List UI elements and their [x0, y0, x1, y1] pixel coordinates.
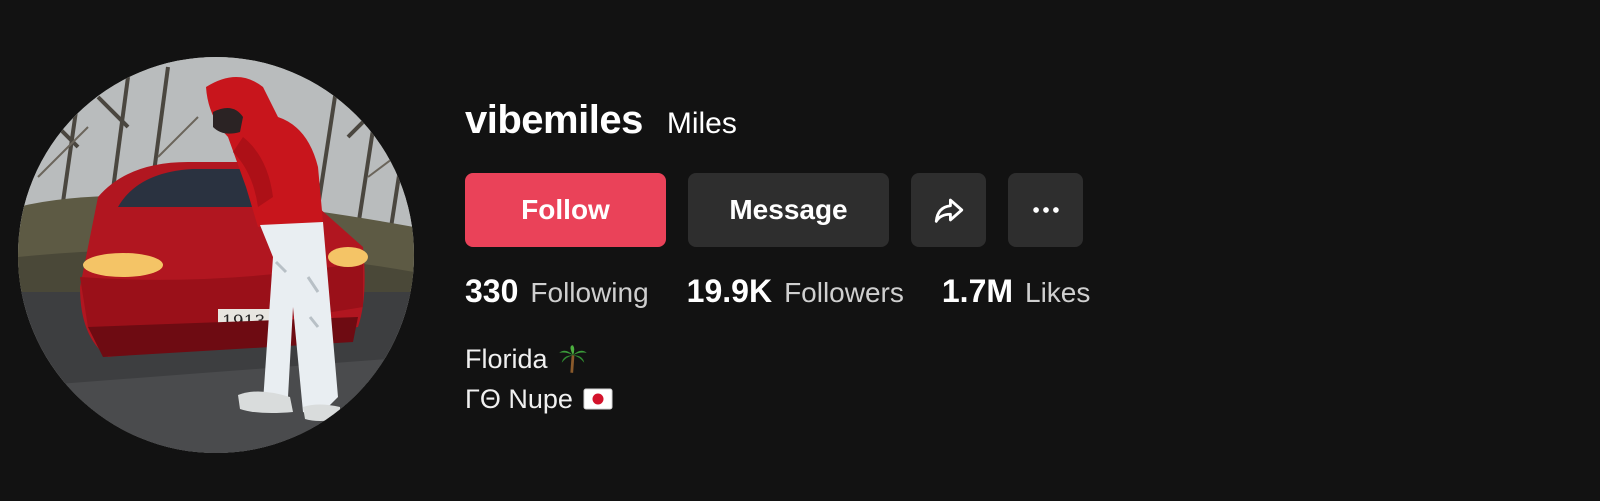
- japan-flag-icon: [583, 388, 613, 410]
- follow-button[interactable]: Follow: [465, 173, 666, 247]
- more-button[interactable]: [1008, 173, 1083, 247]
- share-arrow-icon: [934, 198, 963, 223]
- name-row: vibemiles Miles: [465, 98, 737, 150]
- action-buttons: Follow Message: [465, 173, 1083, 247]
- stat-followers[interactable]: 19.9K Followers: [687, 273, 904, 310]
- profile-info: vibemiles Miles Follow Message 330 Follo…: [465, 98, 1090, 414]
- more-dots-icon: [1032, 207, 1059, 213]
- stat-likes: 1.7M Likes: [942, 273, 1091, 310]
- message-button[interactable]: Message: [688, 173, 889, 247]
- bio-line: ΓΘ Nupe: [465, 379, 613, 419]
- stat-label: Followers: [784, 277, 904, 308]
- stat-label: Following: [530, 277, 649, 308]
- nickname: Miles: [666, 107, 737, 140]
- profile-stats: 330 Following 19.9K Followers 1.7M Likes: [465, 273, 1128, 310]
- share-button[interactable]: [911, 173, 986, 247]
- bio-text: ΓΘ Nupe: [465, 384, 573, 414]
- stat-following[interactable]: 330 Following: [465, 273, 649, 310]
- bio-line: Florida: [465, 339, 613, 379]
- stat-label: Likes: [1025, 277, 1091, 308]
- username: vibemiles: [465, 98, 643, 142]
- avatar[interactable]: 1913: [18, 57, 414, 453]
- palm-tree-icon: [558, 345, 587, 373]
- stat-value: 19.9K: [686, 273, 773, 309]
- stat-value: 1.7M: [941, 273, 1014, 309]
- bio: Florida ΓΘ Nupe: [465, 339, 613, 419]
- avatar-photo: 1913: [18, 57, 414, 453]
- stat-value: 330: [465, 273, 519, 309]
- bio-text: Florida: [465, 344, 548, 374]
- profile-header: 1913 vibemiles Miles Follow Message: [0, 0, 1600, 501]
